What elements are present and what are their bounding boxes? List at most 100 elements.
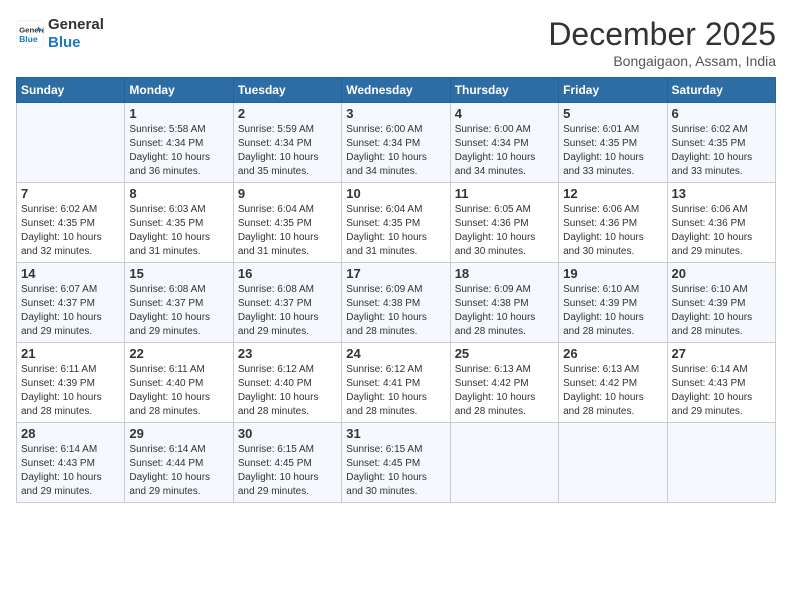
day-number: 30 <box>238 426 337 441</box>
day-info: Sunrise: 5:59 AM Sunset: 4:34 PM Dayligh… <box>238 123 337 179</box>
calendar-cell: 15 Sunrise: 6:08 AM Sunset: 4:37 PM Dayli… <box>125 263 233 343</box>
calendar-header-row: SundayMondayTuesdayWednesdayThursdayFrid… <box>17 78 776 103</box>
logo: General Blue General Blue <box>16 16 104 52</box>
col-header-wednesday: Wednesday <box>342 78 450 103</box>
calendar-cell: 5Sunrise: 6:01 AM Sunset: 4:35 PM Daylig… <box>559 103 667 183</box>
day-info: Sunrise: 6:15 AM Sunset: 4:45 PM Dayligh… <box>346 443 445 499</box>
calendar-cell <box>559 423 667 503</box>
day-info: Sunrise: 5:58 AM Sunset: 4:34 PM Dayligh… <box>129 123 228 179</box>
day-number: 25 <box>455 346 554 361</box>
calendar-cell: 17 Sunrise: 6:09 AM Sunset: 4:38 PM Dayli… <box>342 263 450 343</box>
day-number: 1 <box>129 106 228 121</box>
day-info: Sunrise: 6:13 AM Sunset: 4:42 PM Dayligh… <box>455 363 554 419</box>
calendar-cell: 22 Sunrise: 6:11 AM Sunset: 4:40 PM Dayli… <box>125 343 233 423</box>
calendar-cell: 19Sunrise: 6:10 AM Sunset: 4:39 PM Dayli… <box>559 263 667 343</box>
day-number: 23 <box>238 346 337 361</box>
day-info: Sunrise: 6:12 AM Sunset: 4:40 PM Dayligh… <box>238 363 337 419</box>
calendar-cell: 13Sunrise: 6:06 AM Sunset: 4:36 PM Dayli… <box>667 183 775 263</box>
day-info: Sunrise: 6:06 AM Sunset: 4:36 PM Dayligh… <box>672 203 771 259</box>
day-number: 24 <box>346 346 445 361</box>
col-header-tuesday: Tuesday <box>233 78 341 103</box>
calendar-cell: 4Sunrise: 6:00 AM Sunset: 4:34 PM Daylig… <box>450 103 558 183</box>
day-info: Sunrise: 6:04 AM Sunset: 4:35 PM Dayligh… <box>346 203 445 259</box>
page-header: General Blue General Blue December 2025 … <box>16 16 776 69</box>
calendar-cell: 11 Sunrise: 6:05 AM Sunset: 4:36 PM Dayli… <box>450 183 558 263</box>
day-info: Sunrise: 6:06 AM Sunset: 4:36 PM Dayligh… <box>563 203 662 259</box>
col-header-thursday: Thursday <box>450 78 558 103</box>
day-number: 20 <box>672 266 771 281</box>
col-header-monday: Monday <box>125 78 233 103</box>
calendar-cell: 7 Sunrise: 6:02 AM Sunset: 4:35 PM Daylig… <box>17 183 125 263</box>
col-header-friday: Friday <box>559 78 667 103</box>
day-info: Sunrise: 6:09 AM Sunset: 4:38 PM Dayligh… <box>346 283 445 339</box>
day-number: 3 <box>346 106 445 121</box>
day-number: 28 <box>21 426 120 441</box>
calendar-cell: 18 Sunrise: 6:09 AM Sunset: 4:38 PM Dayli… <box>450 263 558 343</box>
day-number: 17 <box>346 266 445 281</box>
logo-icon: General Blue <box>16 20 44 48</box>
calendar-cell: 24 Sunrise: 6:12 AM Sunset: 4:41 PM Dayli… <box>342 343 450 423</box>
day-info: Sunrise: 6:08 AM Sunset: 4:37 PM Dayligh… <box>238 283 337 339</box>
day-number: 18 <box>455 266 554 281</box>
calendar-cell: 30 Sunrise: 6:15 AM Sunset: 4:45 PM Dayli… <box>233 423 341 503</box>
day-number: 31 <box>346 426 445 441</box>
calendar-cell: 3 Sunrise: 6:00 AM Sunset: 4:34 PM Daylig… <box>342 103 450 183</box>
day-info: Sunrise: 6:12 AM Sunset: 4:41 PM Dayligh… <box>346 363 445 419</box>
day-number: 9 <box>238 186 337 201</box>
day-info: Sunrise: 6:11 AM Sunset: 4:39 PM Dayligh… <box>21 363 120 419</box>
calendar-cell: 1 Sunrise: 5:58 AM Sunset: 4:34 PM Daylig… <box>125 103 233 183</box>
day-number: 12 <box>563 186 662 201</box>
day-info: Sunrise: 6:15 AM Sunset: 4:45 PM Dayligh… <box>238 443 337 499</box>
month-title: December 2025 <box>548 16 776 53</box>
day-number: 7 <box>21 186 120 201</box>
calendar-cell: 23 Sunrise: 6:12 AM Sunset: 4:40 PM Dayli… <box>233 343 341 423</box>
svg-text:Blue: Blue <box>19 34 38 44</box>
title-block: December 2025 Bongaigaon, Assam, India <box>548 16 776 69</box>
day-number: 5 <box>563 106 662 121</box>
calendar-cell <box>667 423 775 503</box>
calendar-cell: 31 Sunrise: 6:15 AM Sunset: 4:45 PM Dayli… <box>342 423 450 503</box>
day-number: 14 <box>21 266 120 281</box>
calendar-cell: 8 Sunrise: 6:03 AM Sunset: 4:35 PM Daylig… <box>125 183 233 263</box>
day-info: Sunrise: 6:02 AM Sunset: 4:35 PM Dayligh… <box>21 203 120 259</box>
calendar-cell: 20 Sunrise: 6:10 AM Sunset: 4:39 PM Dayli… <box>667 263 775 343</box>
day-info: Sunrise: 6:09 AM Sunset: 4:38 PM Dayligh… <box>455 283 554 339</box>
day-number: 4 <box>455 106 554 121</box>
logo-general: General <box>48 16 104 34</box>
day-info: Sunrise: 6:14 AM Sunset: 4:43 PM Dayligh… <box>672 363 771 419</box>
day-number: 19 <box>563 266 662 281</box>
day-info: Sunrise: 6:13 AM Sunset: 4:42 PM Dayligh… <box>563 363 662 419</box>
day-number: 2 <box>238 106 337 121</box>
day-number: 10 <box>346 186 445 201</box>
calendar-cell: 9Sunrise: 6:04 AM Sunset: 4:35 PM Daylig… <box>233 183 341 263</box>
calendar-cell: 10 Sunrise: 6:04 AM Sunset: 4:35 PM Dayli… <box>342 183 450 263</box>
calendar-table: SundayMondayTuesdayWednesdayThursdayFrid… <box>16 77 776 503</box>
calendar-cell: 26Sunrise: 6:13 AM Sunset: 4:42 PM Dayli… <box>559 343 667 423</box>
day-number: 15 <box>129 266 228 281</box>
calendar-cell: 25 Sunrise: 6:13 AM Sunset: 4:42 PM Dayli… <box>450 343 558 423</box>
col-header-saturday: Saturday <box>667 78 775 103</box>
calendar-cell: 2 Sunrise: 5:59 AM Sunset: 4:34 PM Daylig… <box>233 103 341 183</box>
week-row-1: 1 Sunrise: 5:58 AM Sunset: 4:34 PM Daylig… <box>17 103 776 183</box>
day-info: Sunrise: 6:03 AM Sunset: 4:35 PM Dayligh… <box>129 203 228 259</box>
col-header-sunday: Sunday <box>17 78 125 103</box>
day-info: Sunrise: 6:14 AM Sunset: 4:44 PM Dayligh… <box>129 443 228 499</box>
location-subtitle: Bongaigaon, Assam, India <box>548 53 776 69</box>
calendar-cell: 16Sunrise: 6:08 AM Sunset: 4:37 PM Dayli… <box>233 263 341 343</box>
day-info: Sunrise: 6:11 AM Sunset: 4:40 PM Dayligh… <box>129 363 228 419</box>
day-number: 29 <box>129 426 228 441</box>
day-info: Sunrise: 6:02 AM Sunset: 4:35 PM Dayligh… <box>672 123 771 179</box>
day-number: 11 <box>455 186 554 201</box>
day-number: 21 <box>21 346 120 361</box>
day-info: Sunrise: 6:00 AM Sunset: 4:34 PM Dayligh… <box>346 123 445 179</box>
day-info: Sunrise: 6:05 AM Sunset: 4:36 PM Dayligh… <box>455 203 554 259</box>
calendar-cell: 6 Sunrise: 6:02 AM Sunset: 4:35 PM Daylig… <box>667 103 775 183</box>
day-number: 27 <box>672 346 771 361</box>
week-row-5: 28Sunrise: 6:14 AM Sunset: 4:43 PM Dayli… <box>17 423 776 503</box>
day-number: 8 <box>129 186 228 201</box>
calendar-cell: 29 Sunrise: 6:14 AM Sunset: 4:44 PM Dayli… <box>125 423 233 503</box>
day-number: 6 <box>672 106 771 121</box>
day-number: 22 <box>129 346 228 361</box>
day-info: Sunrise: 6:10 AM Sunset: 4:39 PM Dayligh… <box>672 283 771 339</box>
day-info: Sunrise: 6:08 AM Sunset: 4:37 PM Dayligh… <box>129 283 228 339</box>
